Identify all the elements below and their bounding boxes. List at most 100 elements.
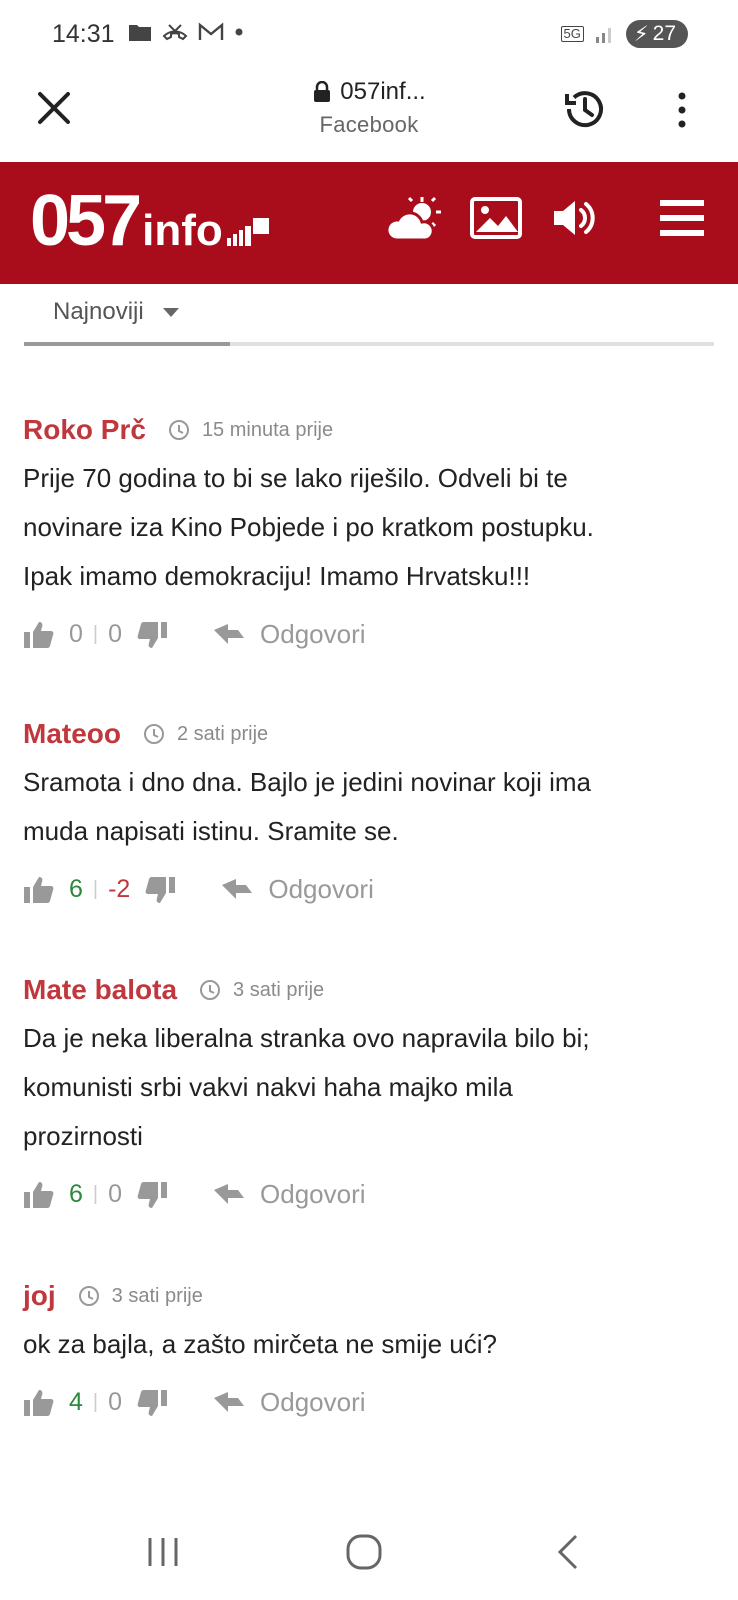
sort-underline-active (24, 342, 230, 346)
comment-line: ok za bajla, a zašto mirčeta ne smije uć… (23, 1329, 497, 1359)
battery-indicator: ⚡ 27 (625, 20, 688, 48)
thumbs-down-icon[interactable] (136, 1388, 168, 1418)
comment-line: prozirnosti (23, 1121, 143, 1151)
status-time: 14:31 (52, 20, 115, 48)
missed-call-icon (162, 24, 188, 41)
dislike-count: 0 (108, 1388, 123, 1416)
recent-apps-icon[interactable] (146, 1536, 180, 1568)
comment: Mateoo 2 sati prije Sramota i dno dna. B… (23, 718, 715, 905)
comment-time: 2 sati prije (177, 722, 269, 745)
sort-selected: Najnoviji (53, 298, 144, 325)
comment: Roko Prč 15 minuta prije Prije 70 godina… (23, 414, 715, 650)
reply-label: Odgovori (268, 874, 374, 904)
system-nav-bar (0, 1500, 738, 1600)
comment-line: Prije 70 godina to bi se lako riješilo. … (23, 463, 568, 493)
dot-icon (235, 28, 243, 36)
thumbs-up-icon[interactable] (23, 875, 55, 905)
comment-actions: 0 | 0 Odgovori (23, 619, 715, 650)
home-icon[interactable] (346, 1534, 382, 1570)
comment-line: Sramota i dno dna. Bajlo je jedini novin… (23, 767, 591, 797)
weather-icon[interactable] (388, 196, 444, 246)
chevron-down-icon (162, 308, 179, 317)
logo-word: info (142, 206, 223, 255)
reply-label: Odgovori (260, 1179, 366, 1209)
thumbs-up-icon[interactable] (23, 620, 55, 650)
network-5g-icon: 5G (560, 26, 584, 42)
more-options-icon[interactable] (672, 90, 692, 130)
history-icon[interactable] (560, 84, 610, 134)
clock-icon (78, 1286, 99, 1306)
reply-arrow-icon (214, 1183, 245, 1204)
clock-icon (168, 420, 189, 440)
vote-divider: | (92, 1183, 99, 1205)
clock-icon (144, 724, 164, 744)
comment-author[interactable]: Mateoo (23, 718, 121, 750)
comment-actions: 4 | 0 Odgovori (23, 1387, 715, 1418)
folder-icon (129, 25, 151, 41)
comment-line: novinare iza Kino Pobjede i po kratkom p… (23, 512, 594, 542)
comment: Mate balota 3 sati prije Da je neka libe… (23, 974, 715, 1210)
page-url: 057inf... (340, 78, 426, 105)
comment-text: ok za bajla, a zašto mirčeta ne smije uć… (23, 1320, 715, 1369)
vote-divider: | (92, 623, 99, 645)
battery-level: 27 (652, 22, 676, 45)
comment-author[interactable]: Mate balota (23, 974, 177, 1006)
comment: joj 3 sati prije ok za bajla, a zašto mi… (23, 1280, 715, 1418)
reply-button[interactable]: Odgovori (212, 1387, 366, 1418)
reply-button[interactable]: Odgovori (212, 619, 366, 650)
audio-icon[interactable] (552, 196, 598, 240)
comment-time: 3 sati prije (111, 1284, 203, 1307)
gmail-icon (198, 22, 224, 40)
clock-icon (200, 980, 221, 1000)
comment-text: Sramota i dno dna. Bajlo je jedini novin… (23, 758, 715, 856)
reply-button[interactable]: Odgovori (220, 874, 374, 905)
site-logo[interactable]: 057 info (30, 181, 273, 261)
like-count: 0 (69, 620, 83, 648)
source-app: Facebook (319, 112, 419, 137)
reply-button[interactable]: Odgovori (212, 1179, 366, 1210)
thumbs-up-icon[interactable] (23, 1180, 55, 1210)
thumbs-up-icon[interactable] (23, 1388, 55, 1418)
comment-line: muda napisati istinu. Sramite se. (23, 816, 399, 846)
status-right: 5G ⚡ 27 (560, 20, 688, 48)
gallery-icon[interactable] (470, 196, 522, 240)
thumbs-down-icon[interactable] (144, 875, 176, 905)
thumbs-down-icon[interactable] (136, 1180, 168, 1210)
comment-line: komunisti srbi vakvi nakvi haha majko mi… (23, 1072, 513, 1102)
comment-time: 3 sati prije (233, 978, 325, 1001)
site-header: 057 info (0, 162, 738, 284)
vote-divider: | (92, 1391, 99, 1413)
comment-actions: 6 | 0 Odgovori (23, 1179, 715, 1210)
logo-bars-icon (226, 218, 269, 246)
lock-icon (314, 81, 331, 102)
comment-actions: 6 | -2 Odgovori (23, 874, 715, 905)
sort-dropdown[interactable]: Najnoviji (53, 298, 180, 326)
vote-divider: | (92, 878, 99, 900)
dislike-count: 0 (108, 1180, 123, 1208)
notification-icons (128, 22, 244, 42)
reply-label: Odgovori (260, 1387, 366, 1417)
charging-icon: ⚡ (633, 22, 649, 46)
reply-label: Odgovori (260, 619, 366, 649)
browser-toolbar: 057inf... Facebook (0, 70, 738, 162)
dislike-count: -2 (108, 875, 131, 903)
back-icon[interactable] (556, 1534, 580, 1570)
status-bar: 14:31 5G ⚡ 27 (0, 0, 738, 70)
comment-text: Prije 70 godina to bi se lako riješilo. … (23, 454, 715, 601)
thumbs-down-icon[interactable] (136, 620, 168, 650)
reply-arrow-icon (222, 878, 253, 899)
logo-number: 057 (30, 181, 142, 261)
reply-arrow-icon (214, 1391, 245, 1412)
reply-arrow-icon (214, 623, 245, 644)
like-count: 4 (69, 1388, 83, 1416)
comment-time: 15 minuta prije (201, 418, 334, 441)
like-count: 6 (69, 1180, 83, 1208)
comment-line: Da je neka liberalna stranka ovo napravi… (23, 1023, 590, 1053)
comment-author[interactable]: Roko Prč (23, 414, 146, 446)
comment-author[interactable]: joj (23, 1280, 56, 1312)
comment-line: Ipak imamo demokraciju! Imamo Hrvatsku!!… (23, 561, 531, 591)
like-count: 6 (69, 875, 83, 903)
menu-icon[interactable] (658, 196, 706, 240)
signal-icon (595, 28, 611, 43)
address-area[interactable]: 057inf... Facebook (0, 78, 738, 138)
